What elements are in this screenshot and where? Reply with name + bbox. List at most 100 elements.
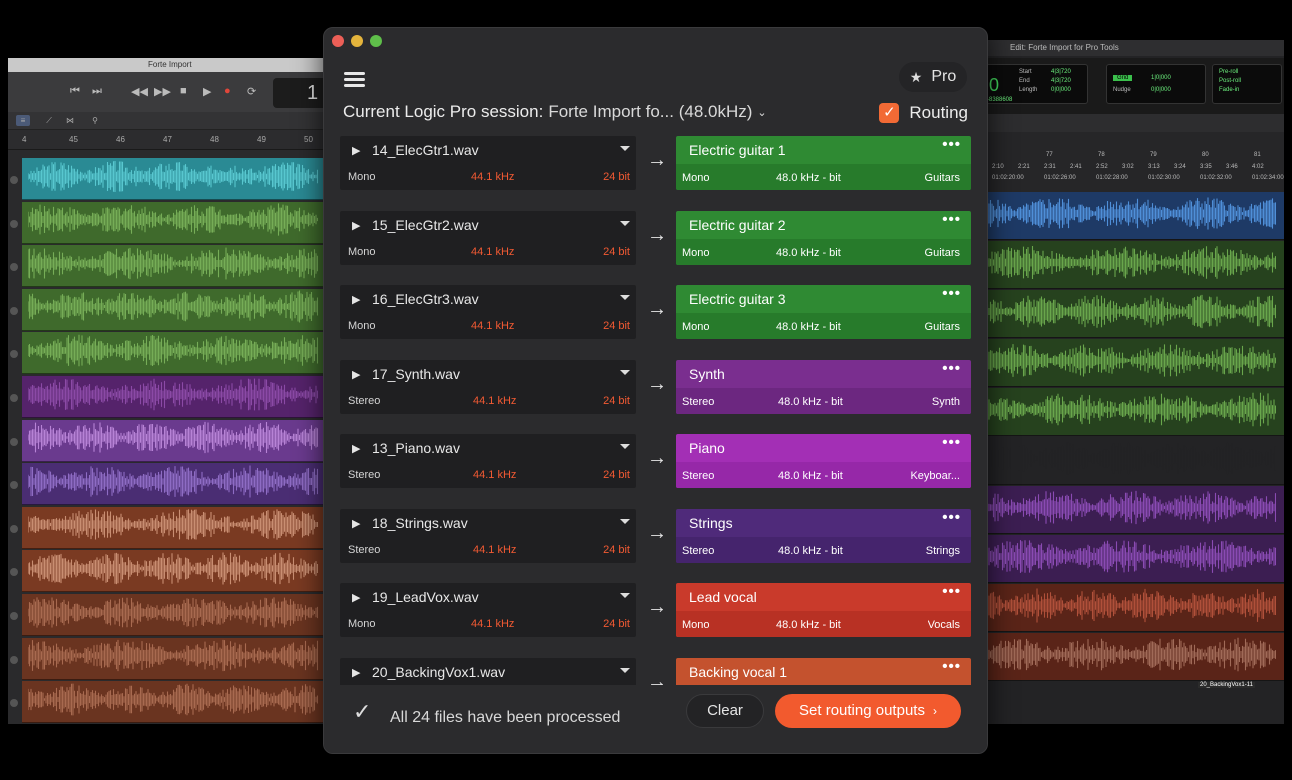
destination-track[interactable]: Electric guitar 2 ••• Mono 48.0 kHz - bi… — [676, 210, 971, 265]
hamburger-icon[interactable] — [344, 70, 366, 88]
play-icon[interactable]: ▶ — [352, 144, 360, 157]
play-icon[interactable]: ▶ — [203, 85, 211, 98]
rewind-icon[interactable]: ◀◀ — [131, 85, 148, 98]
chevron-down-icon[interactable] — [620, 220, 630, 226]
more-options-icon[interactable]: ••• — [942, 211, 961, 228]
destination-track[interactable]: Piano ••• Stereo 48.0 kHz - bit Keyboar.… — [676, 434, 971, 488]
routing-toggle[interactable]: ✓ Routing — [879, 103, 968, 123]
track-handle-icon[interactable] — [10, 219, 18, 228]
fast-forward-icon[interactable]: ▶▶ — [154, 85, 171, 98]
source-file-selector[interactable]: ▶ 17_Synth.wav Stereo 44.1 kHz 24 bit — [340, 359, 636, 414]
minimize-window-button[interactable] — [351, 35, 363, 47]
logic-track-region[interactable] — [22, 463, 338, 506]
chevron-down-icon[interactable] — [620, 369, 630, 375]
clear-button[interactable]: Clear — [686, 694, 764, 728]
chevron-down-icon[interactable] — [620, 667, 630, 673]
chevron-down-icon[interactable] — [620, 593, 630, 598]
more-options-icon[interactable]: ••• — [942, 360, 961, 377]
destination-track[interactable]: Lead vocal ••• Mono 48.0 kHz - bit Vocal… — [676, 583, 971, 637]
rewind-to-start-icon[interactable]: ⏮ — [70, 85, 80, 98]
play-icon[interactable]: ▶ — [352, 442, 360, 455]
logic-track-region[interactable] — [22, 158, 338, 200]
more-options-icon[interactable]: ••• — [942, 509, 961, 526]
track-handle-icon[interactable] — [10, 394, 18, 402]
destination-track[interactable]: Backing vocal 1 ••• Mono 48.0 kHz - bit … — [676, 657, 971, 686]
main-counter[interactable]: 0 Start End Length 4|3|720 4|3|720 0|0|0… — [982, 64, 1088, 104]
routing-checkbox[interactable]: ✓ — [879, 103, 900, 123]
flex-icon[interactable]: ⋈ — [63, 115, 77, 126]
chevron-down-icon[interactable] — [620, 295, 630, 300]
grid-nudge-box[interactable]: Grid 1|0|000 Nudge 0|0|000 — [1106, 64, 1206, 104]
track-handle-icon[interactable] — [10, 699, 18, 708]
logic-track-region[interactable] — [22, 201, 338, 244]
pro-tools-track-clip[interactable] — [980, 486, 1284, 534]
pro-tools-track-clip[interactable] — [980, 437, 1284, 485]
pro-tools-track-clip[interactable] — [980, 192, 1284, 240]
automation-icon[interactable]: ⟋ — [42, 115, 56, 126]
play-icon[interactable]: ▶ — [352, 591, 360, 604]
logic-track-region[interactable] — [22, 550, 338, 593]
more-options-icon[interactable]: ••• — [942, 285, 961, 302]
track-handle-icon[interactable] — [10, 350, 18, 359]
cycle-icon[interactable]: ⟳ — [247, 85, 256, 98]
track-handle-icon[interactable] — [10, 524, 18, 533]
pro-tools-track-clip[interactable] — [980, 584, 1284, 632]
track-handle-icon[interactable] — [10, 437, 18, 446]
play-icon[interactable]: ▶ — [352, 666, 360, 679]
source-file-selector[interactable]: ▶ 18_Strings.wav Stereo 44.1 kHz 24 bit — [340, 508, 636, 563]
pro-tools-track-clip[interactable] — [980, 633, 1284, 681]
chevron-down-icon[interactable] — [620, 146, 630, 151]
logic-track-region[interactable] — [22, 594, 338, 636]
logic-track-region[interactable] — [22, 637, 338, 680]
pro-tools-track-clip[interactable] — [980, 290, 1284, 338]
destination-track[interactable]: Electric guitar 3 ••• Mono 48.0 kHz - bi… — [676, 285, 971, 339]
logic-track-region[interactable] — [22, 681, 338, 724]
track-handle-icon[interactable] — [10, 306, 18, 315]
logic-track-region[interactable] — [22, 419, 338, 462]
logic-bar-ruler[interactable]: 4 45 46 47 48 49 50 — [8, 130, 338, 150]
more-options-icon[interactable]: ••• — [942, 136, 961, 153]
play-icon[interactable]: ▶ — [352, 293, 360, 306]
session-selector[interactable]: Current Logic Pro session: Forte Import … — [343, 102, 767, 122]
pro-tools-track-area[interactable]: 20_BackingVox1-11 — [980, 192, 1284, 724]
pro-tools-track-clip[interactable] — [980, 535, 1284, 583]
track-handle-icon[interactable] — [10, 176, 18, 184]
play-icon[interactable]: ▶ — [352, 219, 360, 232]
logic-track-region[interactable] — [22, 506, 338, 549]
play-icon[interactable]: ▶ — [352, 368, 360, 381]
pro-tools-track-clip[interactable] — [980, 339, 1284, 387]
logic-track-region[interactable] — [22, 332, 338, 375]
track-handle-icon[interactable] — [10, 568, 18, 577]
record-icon[interactable]: ● — [224, 85, 231, 97]
play-icon[interactable]: ▶ — [352, 517, 360, 530]
track-handle-icon[interactable] — [10, 481, 18, 490]
zoom-window-button[interactable] — [370, 35, 382, 47]
source-file-selector[interactable]: ▶ 13_Piano.wav Stereo 44.1 kHz 24 bit — [340, 434, 636, 488]
source-file-selector[interactable]: ▶ 19_LeadVox.wav Mono 44.1 kHz 24 bit — [340, 583, 636, 637]
stop-icon[interactable]: ■ — [180, 85, 187, 97]
logic-track-region[interactable] — [22, 245, 338, 288]
pro-tools-track-clip[interactable] — [980, 388, 1284, 436]
more-options-icon[interactable]: ••• — [942, 583, 961, 600]
source-file-selector[interactable]: ▶ 16_ElecGtr3.wav Mono 44.1 kHz 24 bit — [340, 285, 636, 339]
more-options-icon[interactable]: ••• — [942, 434, 961, 451]
preroll-box[interactable]: Pre-roll Post-roll Fade-in — [1212, 64, 1282, 104]
forward-to-end-icon[interactable]: ⏭ — [92, 85, 102, 98]
pro-tools-rulers[interactable]: 77 78 79 80 81 2:10 2:21 2:31 2:41 2:52 3:02 3:13 3:… — [980, 132, 1284, 192]
destination-track[interactable]: Synth ••• Stereo 48.0 kHz - bit Synth — [676, 359, 971, 414]
pro-tools-track-clip[interactable] — [980, 241, 1284, 289]
logic-track-region[interactable] — [22, 376, 338, 418]
track-handle-icon[interactable] — [10, 655, 18, 664]
set-routing-outputs-button[interactable]: Set routing outputs › — [775, 694, 961, 728]
file-routing-list[interactable]: ▶ 14_ElecGtr1.wav Mono 44.1 kHz 24 bit →… — [338, 136, 974, 686]
more-options-icon[interactable]: ••• — [942, 658, 961, 675]
logic-track-area[interactable] — [10, 158, 338, 724]
catch-icon[interactable]: ⚲ — [88, 115, 102, 126]
track-handle-icon[interactable] — [10, 612, 18, 620]
destination-track[interactable]: Strings ••• Stereo 48.0 kHz - bit String… — [676, 508, 971, 563]
source-file-selector[interactable]: ▶ 14_ElecGtr1.wav Mono 44.1 kHz 24 bit — [340, 136, 636, 190]
logic-track-region[interactable] — [22, 288, 338, 331]
close-window-button[interactable] — [332, 35, 344, 47]
pro-button[interactable]: ★ Pro — [899, 62, 967, 92]
source-file-selector[interactable]: ▶ 15_ElecGtr2.wav Mono 44.1 kHz 24 bit — [340, 210, 636, 265]
